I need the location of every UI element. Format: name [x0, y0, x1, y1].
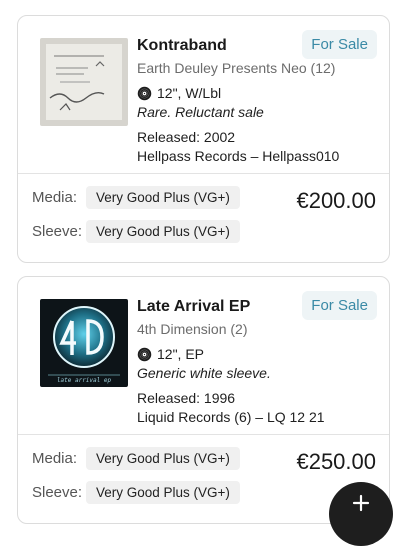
media-condition-row: Media: Very Good Plus (VG+) [32, 447, 240, 470]
sleeve-condition-chip: Very Good Plus (VG+) [86, 220, 240, 243]
listing-card[interactable]: Kontraband Earth Deuley Presents Neo (12… [17, 15, 390, 263]
listing-header: Kontraband Earth Deuley Presents Neo (12… [18, 16, 389, 174]
seller-note: Rare. Reluctant sale [137, 104, 264, 120]
release-year: Released: 1996 [137, 390, 236, 406]
release-artist[interactable]: Earth Deuley Presents Neo (12) [137, 59, 377, 77]
album-cover[interactable] [40, 38, 128, 126]
record-label: Hellpass Records – Hellpass010 [137, 148, 340, 164]
media-condition-chip: Very Good Plus (VG+) [86, 447, 240, 470]
format-row: 12", W/Lbl [137, 84, 377, 102]
format-row: 12", EP [137, 345, 377, 363]
status-badge: For Sale [302, 291, 377, 320]
add-listing-button[interactable] [329, 482, 393, 546]
media-label: Media: [32, 450, 78, 467]
sleeve-condition-row: Sleeve: Very Good Plus (VG+) [32, 220, 240, 243]
condition-section: Media: Very Good Plus (VG+) Sleeve: Very… [18, 174, 389, 262]
sleeve-condition-row: Sleeve: Very Good Plus (VG+) [32, 481, 240, 504]
release-artist[interactable]: 4th Dimension (2) [137, 320, 377, 338]
media-condition-chip: Very Good Plus (VG+) [86, 186, 240, 209]
listing-header: late arrival ep Late Arrival EP 4th Dime… [18, 277, 389, 435]
price: €200.00 [296, 188, 376, 213]
release-year: Released: 2002 [137, 129, 236, 145]
sleeve-label: Sleeve: [32, 223, 83, 240]
media-condition-row: Media: Very Good Plus (VG+) [32, 186, 240, 209]
vinyl-record-icon [137, 347, 152, 361]
plus-icon [352, 494, 370, 512]
media-label: Media: [32, 189, 78, 206]
sleeve-condition-chip: Very Good Plus (VG+) [86, 481, 240, 504]
svg-text:late arrival ep: late arrival ep [57, 377, 112, 384]
listing-card[interactable]: late arrival ep Late Arrival EP 4th Dime… [17, 276, 390, 524]
format-text: 12", W/Lbl [157, 85, 222, 101]
album-cover[interactable]: late arrival ep [40, 299, 128, 387]
white-label-cover-image [40, 38, 128, 126]
format-text: 12", EP [157, 346, 204, 362]
price: €250.00 [296, 449, 376, 474]
status-badge: For Sale [302, 30, 377, 59]
sleeve-label: Sleeve: [32, 484, 83, 501]
vinyl-record-icon [137, 86, 152, 100]
seller-note: Generic white sleeve. [137, 365, 271, 381]
record-label: Liquid Records (6) – LQ 12 21 [137, 409, 325, 425]
late-arrival-cover-image: late arrival ep [40, 299, 128, 387]
